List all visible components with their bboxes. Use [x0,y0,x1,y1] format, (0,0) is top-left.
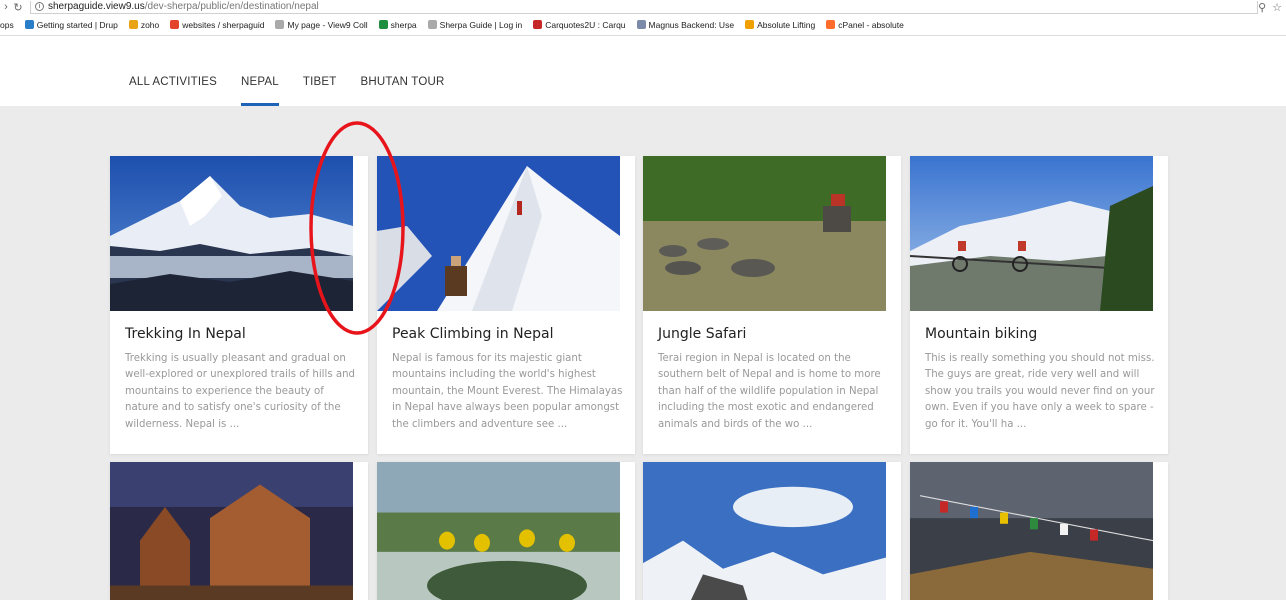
bookmark-favicon-icon [745,20,755,29]
bookmark-item[interactable]: Absolute Lifting [745,20,815,30]
bookmark-item[interactable]: Getting started | Drup [24,19,118,30]
activity-card-everest[interactable] [643,462,901,600]
activity-card-trekking[interactable]: Trekking In Nepal Trekking is usually pl… [110,156,368,454]
bookmark-label: My page - View9 Coll [287,19,368,30]
bookmark-favicon-icon [826,20,836,29]
bookmark-item[interactable]: My page - View9 Coll [275,19,368,30]
bookmark-favicon-icon [378,20,388,29]
browser-url-bar: › ↻ i sherpaguide.view9.us/dev-sherpa/pu… [0,0,1286,14]
card-description: Terai region in Nepal is located on the … [658,353,881,430]
bookmark-item[interactable]: Magnus Backend: Use [636,19,735,30]
card-description: This is really something you should not … [925,353,1155,430]
peak-climbing-photo[interactable] [377,156,620,311]
activity-card-rafting[interactable] [377,462,635,600]
star-icon[interactable]: ☆ [1272,1,1282,14]
tab-bhutan-tour[interactable]: BHUTAN TOUR [360,36,444,106]
url-text[interactable]: sherpaguide.view9.us/dev-sherpa/public/e… [48,1,319,12]
jungle-safari-photo[interactable] [643,156,886,311]
temple-photo[interactable] [110,462,353,600]
bookmark-label: Getting started | Drup [36,19,118,30]
everest-photo[interactable] [643,462,886,600]
rafting-photo[interactable] [377,462,620,600]
bookmark-label: zoho [140,19,160,30]
info-icon[interactable]: i [35,2,44,11]
bookmark-label: Magnus Backend: Use [648,19,735,30]
site-header: ALL ACTIVITIES NEPAL TIBET BHUTAN TOUR [0,36,1286,106]
bookmarks-bar: ops Getting started | Drup zoho websites / … [0,14,1286,36]
bookmark-favicon-icon [533,20,543,29]
bookmark-favicon-icon [128,20,138,29]
activity-card-culture[interactable] [110,462,368,600]
bookmark-favicon-icon [24,20,34,29]
mountain-biking-photo[interactable] [910,156,1153,311]
url-path: /dev-sherpa/public/en/destination/nepal [144,1,319,12]
bookmark-favicon-icon [427,20,437,29]
bookmark-label: websites / sherpaguid [182,19,265,30]
card-title[interactable]: Mountain biking [925,326,1037,342]
destination-tabs: ALL ACTIVITIES NEPAL TIBET BHUTAN TOUR [129,36,444,106]
card-description: Nepal is famous for its majestic giant m… [392,353,623,430]
activity-card-mountain-biking[interactable]: Mountain biking This is really something… [910,156,1168,454]
activity-card-prayer-flags[interactable] [910,462,1168,600]
activity-card-peak-climbing[interactable]: Peak Climbing in Nepal Nepal is famous f… [377,156,635,454]
zoom-icon[interactable]: ⚲ [1258,1,1266,14]
bookmark-label: Carquotes2U : Carqu [545,19,626,30]
bookmark-label: cPanel - absolute [838,19,904,30]
bookmark-label: Absolute Lifting [757,19,816,30]
bookmark-item[interactable]: websites / sherpaguid [170,20,264,30]
bookmark-label: ops [0,19,14,30]
address-field[interactable]: i sherpaguide.view9.us/dev-sherpa/public… [30,0,1259,14]
trekking-photo[interactable] [110,156,353,311]
prayer-flags-photo[interactable] [910,462,1153,600]
bookmark-favicon-icon [275,20,285,29]
card-title[interactable]: Peak Climbing in Nepal [392,326,554,342]
bookmark-item[interactable]: zoho [128,19,160,30]
activity-card-jungle-safari[interactable]: Jungle Safari Terai region in Nepal is l… [643,156,901,454]
tab-all-activities[interactable]: ALL ACTIVITIES [129,36,217,106]
bookmark-favicon-icon [636,20,646,29]
tab-tibet[interactable]: TIBET [303,36,337,106]
forward-arrow-icon[interactable]: › [0,1,12,13]
bookmark-item[interactable]: Carquotes2U : Carqu [533,19,626,30]
bookmark-label: Sherpa Guide | Log in [439,19,523,30]
tab-nepal[interactable]: NEPAL [241,36,279,106]
bookmark-item[interactable]: cPanel - absolute [826,20,904,30]
url-host: sherpaguide.view9.us [48,1,145,12]
bookmark-item[interactable]: Sherpa Guide | Log in [427,19,523,30]
card-title[interactable]: Jungle Safari [658,326,746,342]
bookmark-label: sherpa [390,19,417,30]
bookmark-item[interactable]: sherpa [378,19,417,30]
bookmark-favicon-icon [170,20,180,29]
reload-icon[interactable]: ↻ [12,1,24,14]
card-title[interactable]: Trekking In Nepal [125,326,246,342]
card-description: Trekking is usually pleasant and gradual… [125,353,356,430]
bookmark-item[interactable]: ops [0,20,14,30]
